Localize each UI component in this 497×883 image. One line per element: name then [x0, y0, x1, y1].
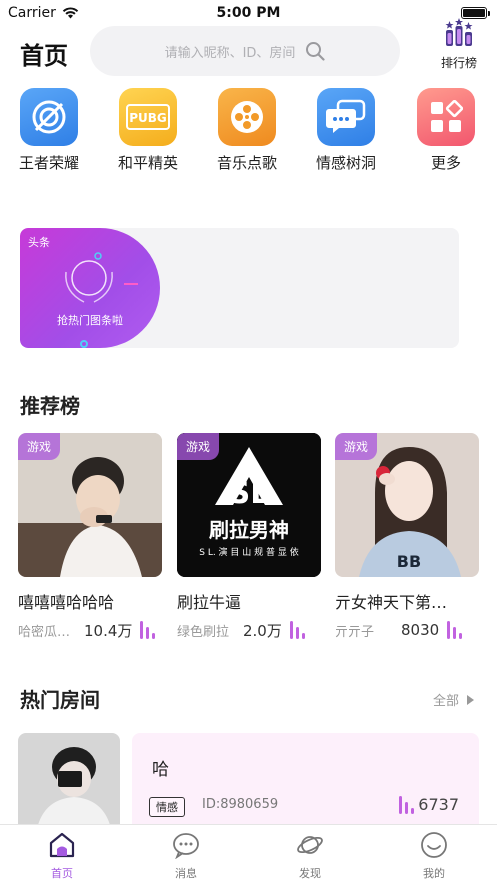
headline-banner[interactable]: 头条 抢热门图条啦	[20, 228, 459, 348]
status-time: 5:00 PM	[216, 5, 281, 21]
search-input[interactable]: 请输入昵称、ID、房间	[90, 26, 400, 76]
recommend-count: 8030	[401, 621, 440, 639]
category-honor-of-kings[interactable]: 王者荣耀	[14, 88, 84, 173]
ranking-label: 排行榜	[440, 56, 477, 70]
category-label: 王者荣耀	[18, 154, 79, 172]
room-count: 6737	[418, 795, 459, 814]
category-row: 王者荣耀 PUBG 和平精英 音乐点歌 情感树洞 更多	[0, 88, 497, 178]
banner-badge: 头条 抢热门图条啦	[20, 228, 160, 348]
planet-icon	[297, 836, 323, 854]
recommend-title: 推荐榜	[20, 394, 80, 418]
recommend-tag: 游戏	[177, 433, 220, 460]
tab-label: 我的	[423, 867, 445, 880]
hot-rooms-title: 热门房间	[20, 688, 100, 712]
room-card[interactable]: 哈 情感 ID:8980659 6737	[132, 733, 479, 825]
svg-text:PUBG: PUBG	[129, 111, 167, 125]
tab-profile[interactable]: 我的	[394, 831, 474, 881]
svg-text:BB: BB	[397, 552, 421, 571]
recommend-sub: 亓亓子	[335, 624, 375, 640]
recommend-cover: SL 刷拉男神 S L. 演 目 山 规 普 显 依 游戏	[177, 433, 321, 577]
ranking-icon	[445, 18, 473, 46]
chevron-right-icon	[467, 694, 474, 705]
tab-messages[interactable]: 消息	[146, 831, 226, 881]
search-icon	[306, 42, 326, 61]
tab-label: 首页	[51, 867, 73, 880]
music-reel-icon	[218, 88, 276, 146]
svg-text:SL: SL	[229, 476, 270, 511]
room-heat: 6737	[399, 795, 459, 814]
category-more[interactable]: 更多	[411, 88, 481, 173]
recommend-count: 2.0万	[243, 621, 282, 640]
tab-home[interactable]: 首页	[22, 831, 102, 881]
recommend-cover: BB 游戏	[335, 433, 479, 577]
recommend-card[interactable]: 游戏 嘻嘻嘻哈哈哈 哈密瓜… 10.4万	[18, 433, 162, 641]
laurel-wreath-icon	[65, 252, 113, 303]
banner-tag: 头条	[28, 236, 50, 249]
tab-label: 发现	[299, 867, 321, 880]
honor-of-kings-icon	[20, 88, 78, 146]
tab-bar: 首页 消息 发现 我的	[0, 824, 497, 883]
smile-icon	[421, 832, 447, 858]
ranking-button[interactable]: 排行榜	[432, 18, 486, 70]
see-all-label: 全部	[432, 694, 459, 709]
recommend-card[interactable]: BB 游戏 亓女神天下第… 亓亓子 8030	[335, 433, 479, 641]
category-emotion[interactable]: 情感树洞	[311, 88, 381, 173]
recommend-name: 亓女神天下第…	[335, 593, 448, 612]
room-cover[interactable]	[18, 733, 120, 825]
room-tag: 情感	[149, 797, 185, 817]
heat-bars-icon	[140, 621, 156, 639]
recommend-name: 嘻嘻嘻哈哈哈	[18, 593, 115, 612]
search-placeholder: 请输入昵称、ID、房间	[164, 45, 296, 61]
category-label: 更多	[430, 154, 461, 172]
logo-text: 刷拉男神	[209, 518, 289, 542]
tab-discover[interactable]: 发现	[270, 831, 350, 881]
category-music[interactable]: 音乐点歌	[212, 88, 282, 173]
recommend-tag: 游戏	[335, 433, 378, 460]
home-icon	[49, 832, 75, 858]
see-all-link[interactable]: 全部	[433, 690, 475, 709]
page-title: 首页	[20, 42, 68, 70]
recommend-cover: 游戏	[18, 433, 162, 577]
recommend-name: 刷拉牛逼	[177, 593, 242, 612]
tab-label: 消息	[175, 867, 197, 880]
recommend-count: 10.4万	[84, 621, 133, 640]
banner-text: 抢热门图条啦	[57, 314, 123, 327]
recommend-sub: 绿色刷拉	[177, 624, 230, 640]
logo-subtext: S L. 演 目 山 规 普 显 依	[199, 546, 298, 558]
recommend-sub: 哈密瓜…	[18, 624, 71, 640]
room-title: 哈	[152, 760, 169, 780]
recommend-tag: 游戏	[18, 433, 61, 460]
category-label: 音乐点歌	[216, 154, 277, 172]
heat-bars-icon	[289, 621, 305, 639]
room-id: ID:8980659	[202, 797, 279, 812]
message-icon	[173, 833, 199, 860]
banner-decoration	[80, 340, 88, 348]
person-photo	[18, 733, 120, 825]
heat-bars-icon	[399, 796, 415, 814]
pubg-icon: PUBG	[119, 88, 177, 146]
category-label: 和平精英	[117, 154, 178, 172]
banner-decoration	[124, 283, 138, 285]
grid-more-icon	[417, 88, 475, 146]
category-label: 情感树洞	[315, 154, 376, 172]
heat-bars-icon	[447, 621, 463, 639]
recommend-card[interactable]: SL 刷拉男神 S L. 演 目 山 规 普 显 依 游戏 刷拉牛逼 绿色刷拉 …	[177, 433, 321, 641]
chat-bubbles-icon	[317, 88, 375, 146]
category-pubg[interactable]: PUBG 和平精英	[113, 88, 183, 173]
status-bar: Carrier 5:00 PM	[0, 0, 497, 26]
